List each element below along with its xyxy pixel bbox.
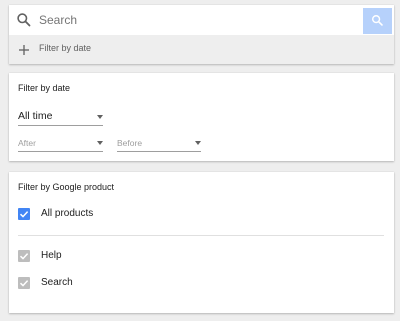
search-input[interactable] — [39, 11, 339, 29]
product-filter-card: Filter by Google product All products He… — [9, 172, 394, 313]
dropdown-arrow-icon — [97, 115, 103, 119]
search-button[interactable] — [363, 8, 392, 34]
search-bar — [9, 5, 394, 35]
date-filter-card: Filter by date All time After Before — [9, 73, 394, 161]
before-date-select[interactable]: Before — [117, 138, 201, 152]
date-filter-title: Filter by date — [18, 83, 71, 93]
checkbox-checked-icon[interactable] — [18, 277, 30, 289]
after-date-select[interactable]: After — [18, 138, 103, 152]
search-card: Filter by date — [9, 5, 394, 64]
checkbox-label: Help — [41, 250, 62, 261]
after-date-label: After — [18, 138, 36, 148]
before-date-label: Before — [117, 138, 143, 148]
filter-by-date-toggle[interactable]: Filter by date — [9, 35, 394, 64]
checkbox-checked-icon[interactable] — [18, 250, 30, 262]
dropdown-arrow-icon — [97, 141, 103, 145]
divider — [18, 235, 384, 236]
time-range-value: All time — [18, 110, 53, 122]
search-icon — [16, 12, 32, 28]
filter-by-date-label: Filter by date — [39, 43, 92, 53]
checkbox-label: All products — [41, 208, 94, 219]
plus-icon — [18, 43, 30, 55]
checkbox-label: Search — [41, 277, 73, 288]
product-filter-title: Filter by Google product — [18, 182, 115, 192]
dropdown-arrow-icon — [195, 141, 201, 145]
time-range-select[interactable]: All time — [18, 110, 103, 126]
checkbox-checked-icon[interactable] — [18, 208, 30, 220]
search-button-icon — [371, 14, 383, 26]
